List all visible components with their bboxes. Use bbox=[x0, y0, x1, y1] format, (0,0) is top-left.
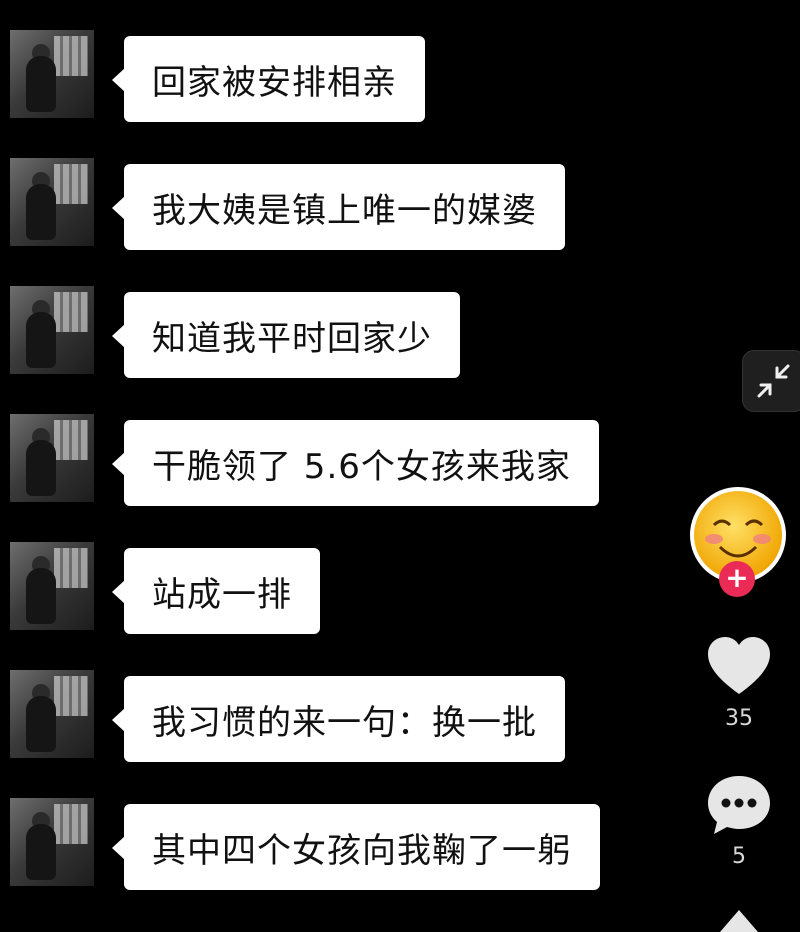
message-bubble: 我习惯的来一句：换一批 bbox=[112, 676, 565, 762]
chat-message: 知道我平时回家少 bbox=[0, 286, 640, 382]
collapse-arrows-icon bbox=[757, 364, 790, 398]
heart-icon bbox=[708, 637, 770, 694]
comment-bubble-icon bbox=[708, 776, 770, 834]
sender-avatar[interactable] bbox=[10, 286, 94, 374]
like-count: 35 bbox=[725, 706, 753, 731]
sender-avatar[interactable] bbox=[10, 542, 94, 630]
chat-message: 我习惯的来一句：换一批 bbox=[0, 670, 640, 766]
plus-icon: + bbox=[725, 561, 749, 594]
sender-avatar[interactable] bbox=[10, 158, 94, 246]
chat-message: 其中四个女孩向我鞠了一躬 bbox=[0, 798, 640, 894]
message-bubble: 我大姨是镇上唯一的媒婆 bbox=[112, 164, 565, 250]
message-bubble: 干脆领了 5.6个女孩来我家 bbox=[112, 420, 599, 506]
comment-count: 5 bbox=[732, 844, 746, 869]
chat-message: 站成一排 bbox=[0, 542, 640, 638]
sender-avatar[interactable] bbox=[10, 30, 94, 118]
collapse-button[interactable] bbox=[742, 350, 800, 412]
message-bubble: 回家被安排相亲 bbox=[112, 36, 425, 122]
message-bubble: 知道我平时回家少 bbox=[112, 292, 460, 378]
message-bubble: 站成一排 bbox=[112, 548, 320, 634]
like-button[interactable] bbox=[704, 632, 774, 702]
chat-message: 我大姨是镇上唯一的媒婆 bbox=[0, 158, 640, 254]
chat-message: 干脆领了 5.6个女孩来我家 bbox=[0, 414, 640, 510]
comment-button[interactable] bbox=[704, 772, 774, 838]
follow-button[interactable]: + bbox=[719, 561, 755, 597]
share-button[interactable] bbox=[712, 906, 766, 932]
chat-message: 回家被安排相亲 bbox=[0, 30, 640, 126]
message-bubble: 其中四个女孩向我鞠了一躬 bbox=[112, 804, 600, 890]
sender-avatar[interactable] bbox=[10, 798, 94, 886]
sender-avatar[interactable] bbox=[10, 670, 94, 758]
sender-avatar[interactable] bbox=[10, 414, 94, 502]
share-arrow-icon bbox=[720, 910, 758, 932]
